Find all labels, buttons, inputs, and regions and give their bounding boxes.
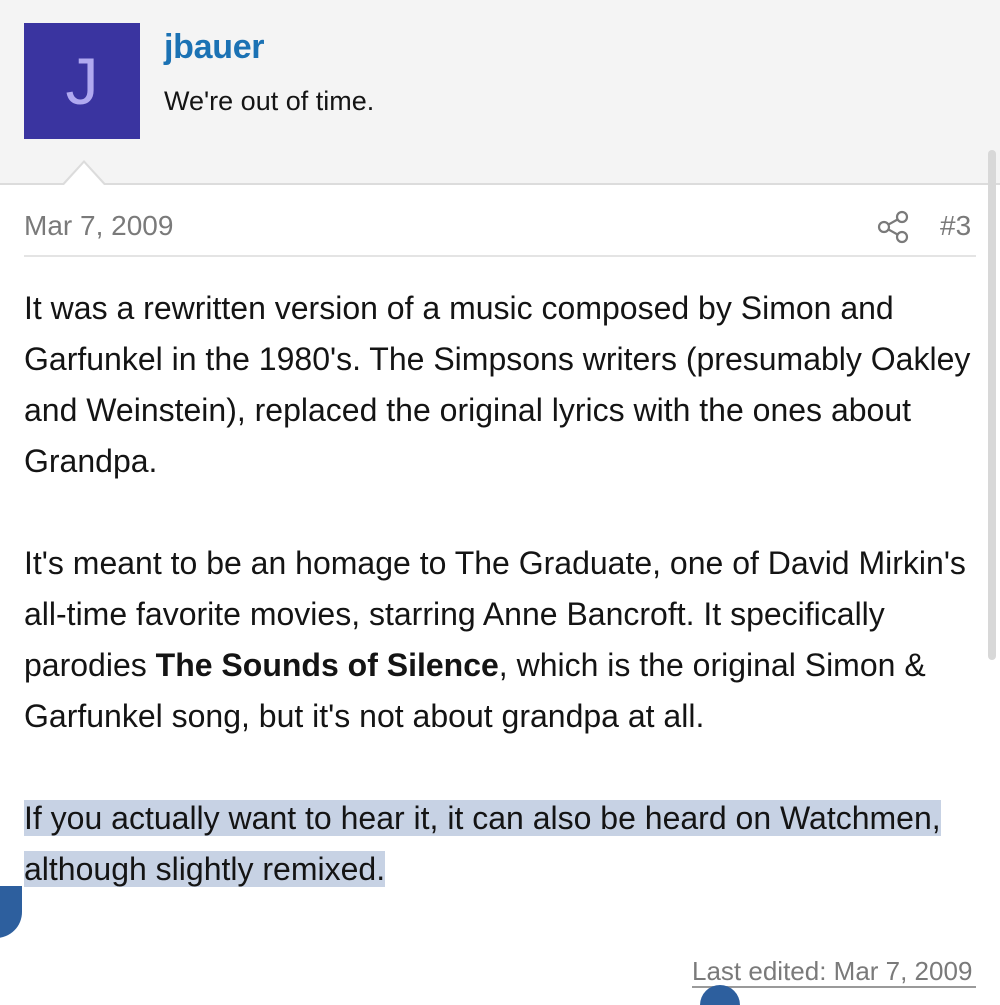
post-header: J jbauer We're out of time.	[0, 0, 1000, 185]
meta-divider	[24, 255, 976, 257]
selection-handle[interactable]	[0, 886, 22, 938]
post-body: It was a rewritten version of a music co…	[24, 283, 980, 946]
post-paragraph: It's meant to be an homage to The Gradua…	[24, 538, 980, 742]
post-date-link[interactable]: Mar 7, 2009	[24, 210, 173, 242]
selection-handle-end[interactable]	[700, 985, 740, 1005]
post-paragraph: It was a rewritten version of a music co…	[24, 290, 971, 479]
username-link[interactable]: jbauer	[164, 28, 265, 67]
last-edited-underline	[692, 986, 976, 988]
post-paragraph-selected: If you actually want to hear it, it can …	[24, 793, 980, 895]
share-icon[interactable]	[876, 210, 910, 244]
scrollbar[interactable]	[988, 150, 996, 660]
selected-text[interactable]: If you actually want to hear it, it can …	[24, 800, 941, 887]
user-title: We're out of time.	[164, 86, 375, 116]
last-edited-label: Last edited: Mar 7, 2009	[692, 956, 973, 986]
post-number-link[interactable]: #3	[940, 210, 971, 242]
song-title-bold: The Sounds of Silence	[155, 647, 499, 683]
header-pointer-fill	[64, 163, 104, 185]
avatar[interactable]: J	[24, 23, 140, 139]
